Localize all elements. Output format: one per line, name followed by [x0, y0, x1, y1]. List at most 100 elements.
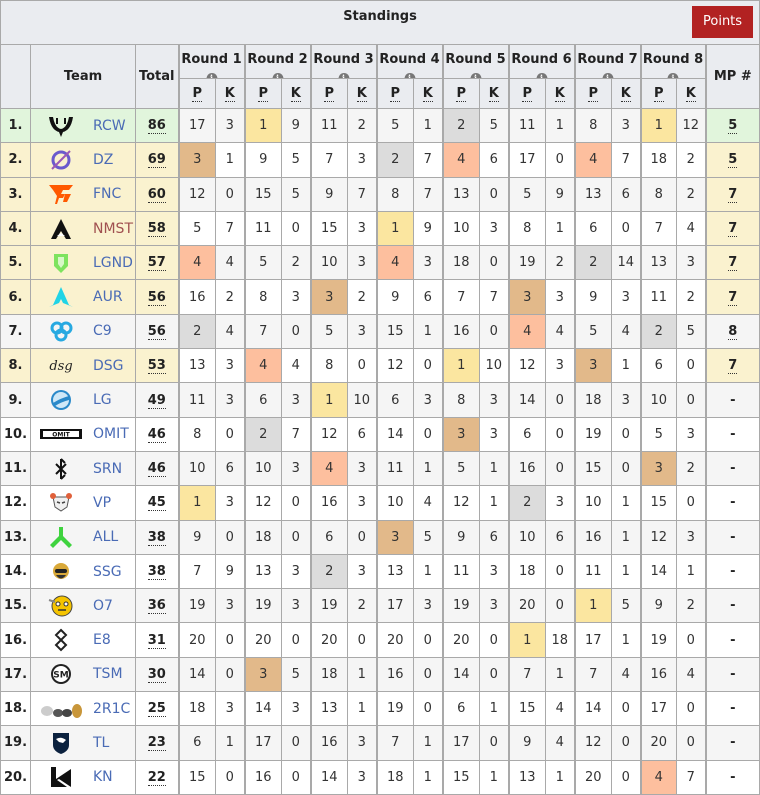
placement-abbr[interactable]: P — [588, 86, 599, 102]
placement-abbr[interactable]: P — [192, 86, 203, 102]
total-value[interactable]: 58 — [147, 221, 166, 238]
placement-abbr[interactable]: P — [258, 86, 269, 102]
kills-cell: 1 — [479, 759, 509, 795]
total-value[interactable]: 46 — [147, 461, 166, 478]
total-value[interactable]: 53 — [147, 358, 166, 375]
team-link[interactable]: 2R1C — [93, 701, 130, 717]
info-icon[interactable]: i — [602, 73, 613, 78]
info-icon[interactable]: i — [536, 73, 547, 78]
total-value[interactable]: 25 — [147, 701, 166, 718]
kills-cell: 3 — [215, 588, 245, 624]
mp-value[interactable]: 7 — [728, 289, 738, 306]
total-value[interactable]: 69 — [147, 152, 166, 169]
kills-cell: 3 — [215, 348, 245, 384]
kills-abbr[interactable]: K — [422, 86, 433, 102]
team-header[interactable]: Team — [30, 44, 136, 109]
kills-abbr[interactable]: K — [356, 86, 367, 102]
mp-cell: - — [704, 622, 760, 658]
placement-cell: 18 — [573, 382, 612, 418]
info-icon[interactable]: i — [404, 73, 415, 78]
mp-value[interactable]: 7 — [728, 255, 738, 272]
placement-cell: 8 — [507, 210, 546, 247]
info-icon[interactable]: i — [272, 73, 283, 78]
kills-abbr[interactable]: K — [620, 86, 631, 102]
placement-abbr[interactable]: P — [653, 86, 664, 102]
team-cell: OMIT OMIT — [30, 416, 136, 452]
kills-abbr[interactable]: K — [488, 86, 499, 102]
team-link[interactable]: DSG — [93, 358, 124, 374]
placement-cell: 19 — [507, 245, 546, 281]
rank-cell: 13. — [0, 519, 31, 555]
mp-value[interactable]: 7 — [728, 186, 738, 203]
mp-value[interactable]: 7 — [728, 358, 738, 375]
team-cell: LGND — [30, 245, 136, 281]
total-value[interactable]: 38 — [147, 564, 166, 580]
kills-abbr[interactable]: K — [224, 86, 235, 102]
team-link[interactable]: LGND — [93, 255, 133, 271]
team-link[interactable]: RCW — [93, 118, 126, 134]
placement-cell: 7 — [507, 656, 546, 693]
total-value[interactable]: 38 — [147, 529, 166, 546]
mp-value[interactable]: 7 — [728, 221, 738, 238]
info-icon[interactable]: i — [470, 73, 481, 78]
placement-cell: 4 — [309, 450, 348, 487]
total-value[interactable]: 49 — [147, 392, 166, 409]
team-link[interactable]: TL — [93, 735, 109, 751]
placement-cell: 2 — [375, 142, 414, 178]
total-value[interactable]: 60 — [147, 186, 166, 203]
team-link[interactable]: LG — [93, 392, 112, 408]
placement-abbr[interactable]: P — [324, 86, 335, 102]
kills-abbr[interactable]: K — [685, 86, 696, 102]
team-link[interactable]: SSG — [93, 564, 122, 580]
info-icon[interactable]: i — [338, 73, 349, 78]
mp-value[interactable]: 8 — [728, 323, 738, 340]
team-link[interactable]: OMIT — [93, 426, 129, 442]
team-link[interactable]: DZ — [93, 152, 113, 168]
info-icon[interactable]: i — [206, 73, 217, 78]
placement-cell: 19 — [243, 588, 282, 624]
total-value[interactable]: 30 — [147, 666, 166, 683]
total-value[interactable]: 56 — [147, 323, 166, 340]
tsm-logo-icon: SM — [39, 662, 83, 686]
team-link[interactable]: E8 — [93, 632, 111, 648]
placement-cell: 5 — [177, 210, 216, 247]
kills-abbr[interactable]: K — [290, 86, 301, 102]
team-link[interactable]: O7 — [93, 598, 113, 614]
total-value[interactable]: 31 — [147, 632, 166, 649]
kills-cell: 3 — [676, 519, 706, 555]
mp-header[interactable]: MP # — [704, 44, 760, 109]
placement-header: P — [639, 78, 677, 109]
total-value[interactable]: 45 — [147, 495, 166, 512]
points-button[interactable]: Points — [692, 6, 754, 38]
team-link[interactable]: ALL — [93, 529, 118, 545]
team-link[interactable]: FNC — [93, 186, 121, 202]
round-label: Round 1 — [181, 52, 242, 67]
placement-cell: 17 — [573, 622, 612, 658]
mp-value[interactable]: 5 — [728, 118, 738, 135]
total-value[interactable]: 46 — [147, 426, 166, 443]
mp-value[interactable]: 5 — [728, 152, 738, 169]
total-value[interactable]: 36 — [147, 598, 166, 615]
team-link[interactable]: AUR — [93, 289, 123, 305]
placement-cell: 11 — [441, 553, 480, 590]
mp-cell: - — [704, 691, 760, 727]
placement-cell: 12 — [243, 485, 282, 521]
team-link[interactable]: SRN — [93, 461, 122, 477]
total-header[interactable]: Total — [135, 44, 179, 109]
team-link[interactable]: C9 — [93, 323, 112, 339]
team-link[interactable]: KN — [93, 769, 113, 785]
kills-cell: 3 — [676, 416, 706, 452]
kills-abbr[interactable]: K — [554, 86, 565, 102]
team-link[interactable]: TSM — [93, 666, 123, 682]
placement-abbr[interactable]: P — [522, 86, 533, 102]
total-value[interactable]: 22 — [147, 769, 166, 786]
placement-abbr[interactable]: P — [390, 86, 401, 102]
team-link[interactable]: VP — [93, 495, 111, 511]
placement-abbr[interactable]: P — [456, 86, 467, 102]
total-value[interactable]: 56 — [147, 289, 166, 306]
total-value[interactable]: 57 — [147, 255, 166, 272]
team-link[interactable]: NMST — [93, 221, 133, 237]
info-icon[interactable]: i — [667, 73, 679, 78]
total-value[interactable]: 23 — [147, 735, 166, 752]
total-value[interactable]: 86 — [147, 118, 166, 135]
